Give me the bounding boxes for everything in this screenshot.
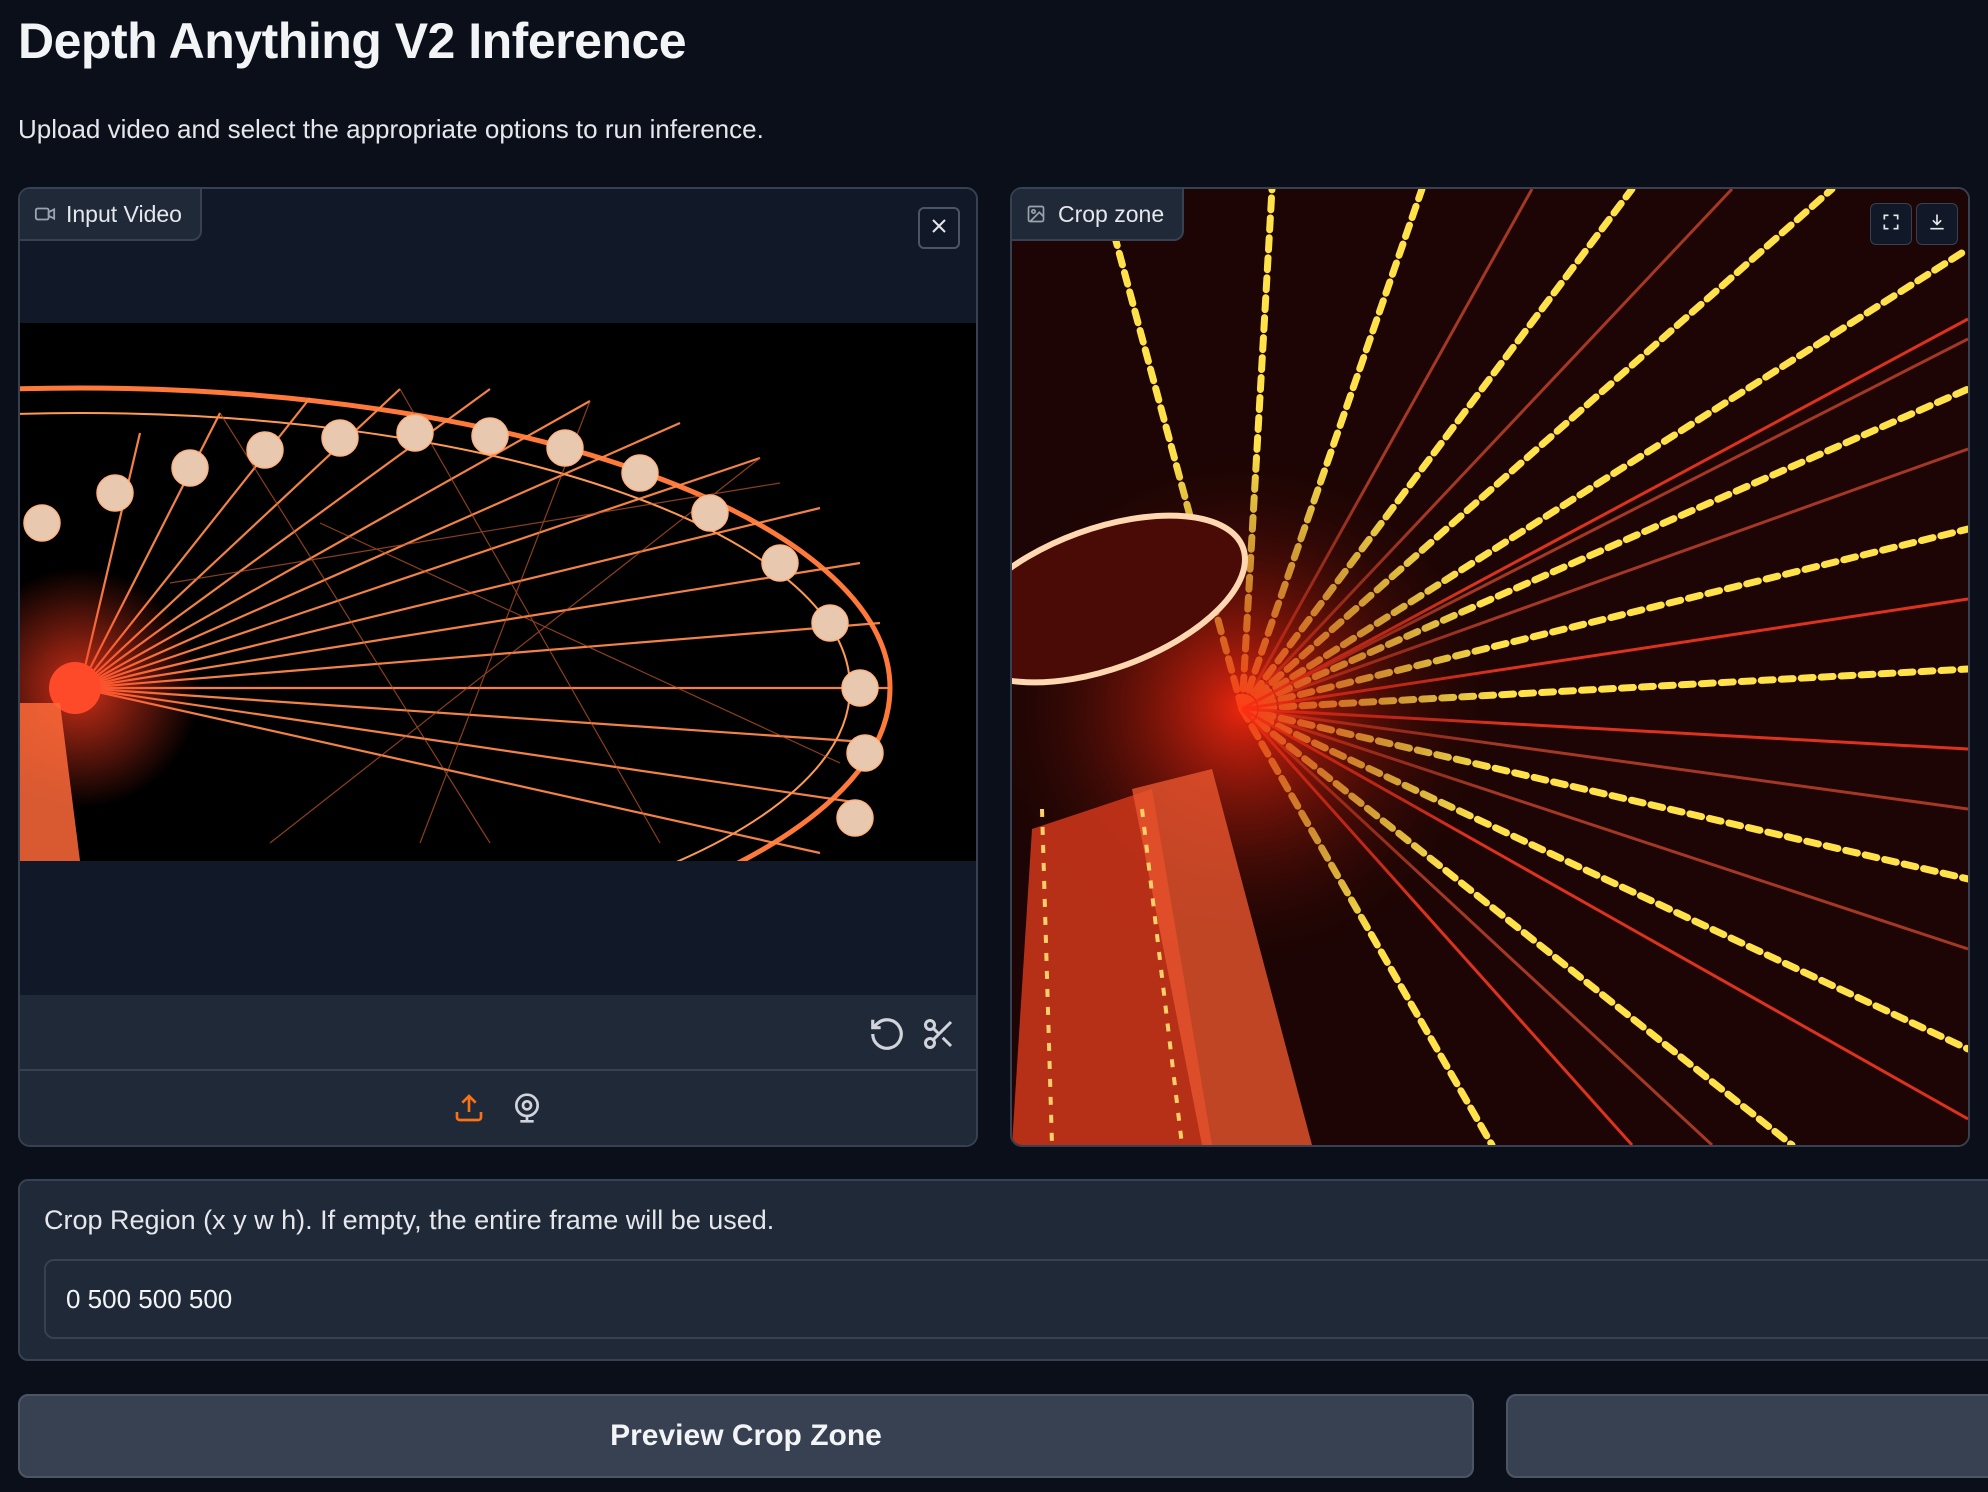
webcam-icon xyxy=(511,1092,543,1129)
download-icon xyxy=(1927,212,1947,237)
fullscreen-icon xyxy=(1881,212,1901,237)
undo-button[interactable] xyxy=(866,1015,908,1057)
crop-region-input[interactable] xyxy=(44,1259,1988,1339)
video-camera-icon xyxy=(34,203,56,225)
input-video-label: Input Video xyxy=(20,189,202,241)
undo-icon xyxy=(868,1015,906,1058)
video-source-selector xyxy=(20,1069,976,1145)
crop-zone-label-text: Crop zone xyxy=(1058,200,1165,227)
crop-region-block: Crop Region (x y w h). If empty, the ent… xyxy=(18,1179,1988,1361)
input-video-panel[interactable]: Input Video xyxy=(18,187,978,1147)
crop-zone-panel: Crop zone xyxy=(1010,187,1970,1147)
close-icon xyxy=(931,218,947,239)
upload-source-button[interactable] xyxy=(452,1093,486,1127)
crop-zone-image xyxy=(1012,189,1968,1145)
page-description: Upload video and select the appropriate … xyxy=(18,114,764,144)
webcam-source-button[interactable] xyxy=(510,1092,544,1129)
run-inference-button[interactable] xyxy=(1506,1394,1988,1478)
fullscreen-button[interactable] xyxy=(1870,203,1912,245)
crop-zone-label: Crop zone xyxy=(1012,189,1185,241)
image-icon xyxy=(1026,203,1048,225)
upload-icon xyxy=(453,1092,485,1129)
page-title: Depth Anything V2 Inference xyxy=(18,13,687,69)
video-frame[interactable] xyxy=(20,323,976,861)
preview-crop-zone-button[interactable]: Preview Crop Zone xyxy=(18,1394,1474,1478)
crop-region-label: Crop Region (x y w h). If empty, the ent… xyxy=(44,1205,775,1235)
input-video-label-text: Input Video xyxy=(66,200,182,227)
clear-video-button[interactable] xyxy=(918,207,960,249)
scissors-icon xyxy=(921,1016,957,1057)
video-edit-toolbar xyxy=(20,995,976,1077)
download-button[interactable] xyxy=(1916,203,1958,245)
crop-zone-image-graphic xyxy=(1012,189,1968,1145)
ferris-wheel-video-frame xyxy=(20,323,976,861)
trim-button[interactable] xyxy=(918,1015,960,1057)
